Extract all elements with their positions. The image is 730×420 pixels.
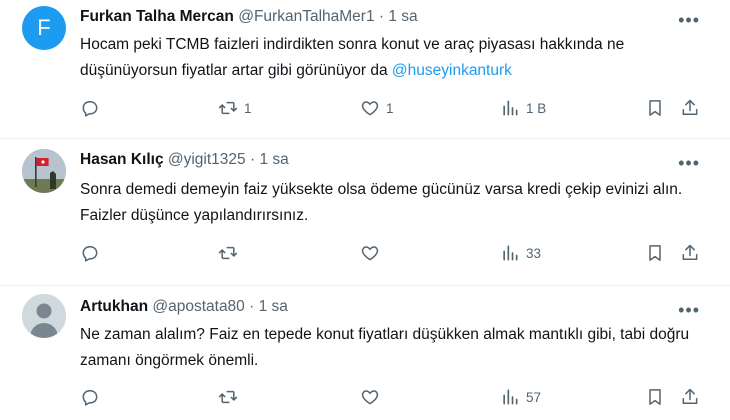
avatar-image [22,149,66,193]
retweet-icon [218,390,238,404]
mention-link[interactable]: @huseyinkanturk [392,62,512,79]
more-options-icon[interactable]: ••• [678,300,700,321]
author-handle[interactable]: @yigit1325 [168,151,246,168]
bookmark-icon [649,389,661,405]
view-count: 57 [526,389,542,405]
bookmark-button[interactable] [645,98,665,118]
reply-icon [82,390,98,406]
analytics-icon [503,389,518,405]
bookmark-icon [649,100,661,116]
author-handle[interactable]: @FurkanTalhaMer1 [238,8,374,25]
reply-button[interactable] [80,387,100,407]
bookmark-button[interactable] [645,387,665,407]
action-bar: 57 [80,387,710,409]
default-avatar-icon [22,294,66,338]
author-name[interactable]: Furkan Talha Mercan [80,8,234,25]
bookmark-button[interactable] [645,243,665,263]
view-count: 1 B [526,100,547,116]
heart-icon [361,101,379,116]
retweet-button[interactable] [218,243,238,263]
tweet-text: Sonra demedi demeyin faiz yüksekte olsa … [80,181,683,224]
heart-icon [361,246,379,261]
like-count: 1 [386,100,394,116]
share-button[interactable] [680,243,700,263]
views-button[interactable]: 1 B [500,98,546,118]
share-icon [682,244,698,260]
analytics-icon [503,245,518,261]
share-icon [682,99,698,115]
analytics-icon [503,100,518,116]
action-bar: 33 [80,243,710,265]
views-button[interactable]: 57 [500,387,541,407]
separator-dot: · [249,298,255,315]
author-name[interactable]: Artukhan [80,298,148,315]
reply-button[interactable] [80,243,100,263]
timestamp[interactable]: 1 sa [259,298,288,315]
retweet-icon [218,246,238,260]
like-button[interactable]: 1 [360,98,394,118]
avatar-letter: F [37,15,51,40]
action-bar: 1 1 1 B [80,98,710,120]
retweet-button[interactable]: 1 [218,98,252,118]
more-options-icon[interactable]: ••• [678,10,700,31]
author-handle[interactable]: @apostata80 [152,298,244,315]
tweet[interactable]: F Furkan Talha Mercan @FurkanTalhaMer1 ·… [0,0,730,138]
tweet-body: Hocam peki TCMB faizleri indirdikten son… [80,36,625,79]
avatar[interactable]: F [22,6,66,50]
share-button[interactable] [680,387,700,407]
tweet-header: Furkan Talha Mercan @FurkanTalhaMer1 · 1… [80,8,418,26]
avatar[interactable] [22,294,66,338]
author-name[interactable]: Hasan Kılıç [80,151,164,168]
tweet-header: Hasan Kılıç @yigit1325 · 1 sa [80,151,289,169]
timestamp[interactable]: 1 sa [259,151,288,168]
tweet-text: Hocam peki TCMB faizleri indirdikten son… [80,32,710,84]
views-button[interactable]: 33 [500,243,541,263]
heart-icon [361,390,379,405]
separator-dot: · [249,151,256,168]
reply-icon [82,101,98,117]
tweet[interactable]: Artukhan @apostata80 · 1 sa ••• Ne zaman… [0,286,730,420]
share-button[interactable] [680,98,700,118]
retweet-button[interactable] [218,387,238,407]
bookmark-icon [649,245,661,261]
like-button[interactable] [360,243,380,263]
tweet-header: Artukhan @apostata80 · 1 sa [80,298,288,316]
more-options-icon[interactable]: ••• [678,153,700,174]
separator-dot: · [378,8,385,25]
avatar[interactable] [22,149,66,193]
retweet-count: 1 [244,100,252,116]
timestamp[interactable]: 1 sa [388,8,417,25]
tweet[interactable]: Hasan Kılıç @yigit1325 · 1 sa ••• Sonra … [0,139,730,285]
reply-icon [82,246,98,262]
retweet-icon [218,101,238,115]
reply-button[interactable] [80,98,100,118]
view-count: 33 [526,245,542,261]
share-icon [682,388,698,404]
tweet-text: Ne zaman alalım? Faiz en tepede konut fi… [80,326,690,369]
like-button[interactable] [360,387,380,407]
